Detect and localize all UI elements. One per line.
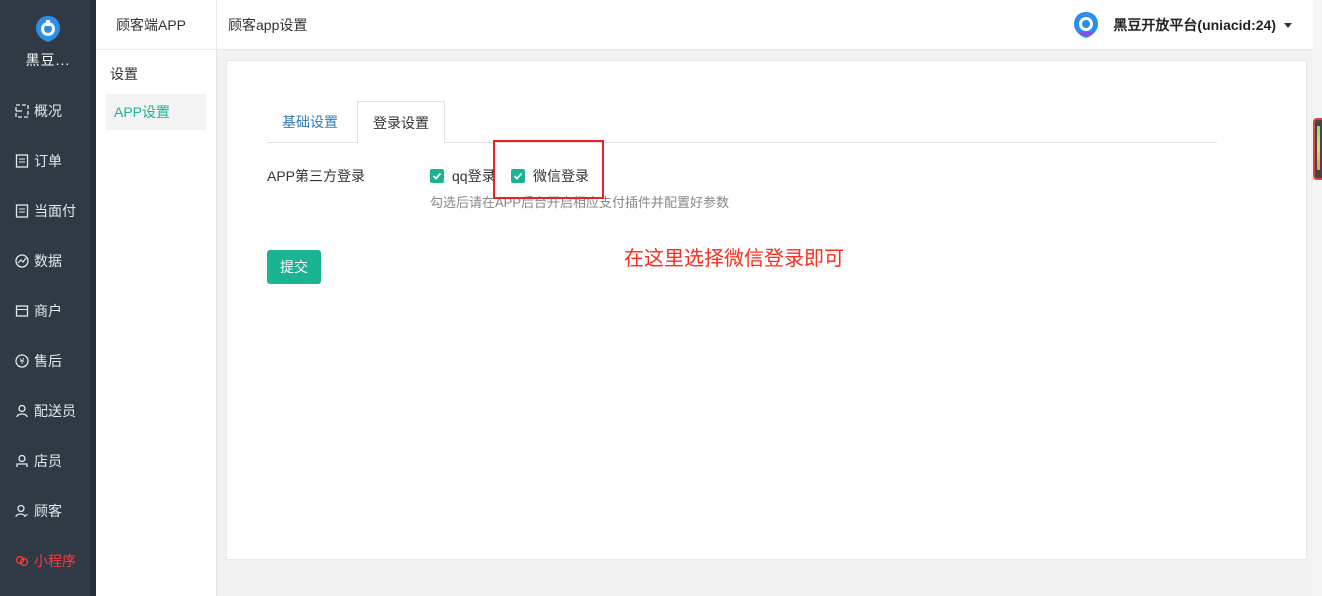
sidebar-item-aftersale[interactable]: ¥ 售后 <box>0 336 96 386</box>
store-icon <box>14 303 30 319</box>
brand[interactable]: 黑豆... <box>0 0 96 86</box>
account-menu[interactable]: 黑豆开放平台(uniacid:24) <box>1071 0 1292 50</box>
brand-name: 黑豆... <box>25 52 71 68</box>
subnav-item-app-settings[interactable]: APP设置 <box>106 94 206 130</box>
sidebar-item-staff[interactable]: 店员 <box>0 436 96 486</box>
chart-icon <box>14 253 30 269</box>
brand-logo-icon <box>36 16 60 42</box>
dashboard-icon <box>14 103 30 119</box>
customer-icon <box>14 503 30 519</box>
settings-tabs: 基础设置 登录设置 <box>267 101 1217 144</box>
account-name: 黑豆开放平台(uniacid:24) <box>1113 17 1276 33</box>
sidebar-item-label: 当面付 <box>34 203 76 219</box>
tab-login-settings[interactable]: 登录设置 <box>357 101 445 144</box>
sidebar-item-orders[interactable]: 订单 <box>0 136 96 186</box>
sidebar-item-data[interactable]: 数据 <box>0 236 96 286</box>
sidebar-item-label: 配送员 <box>34 403 76 419</box>
top-header: 顾客app设置 黑豆开放平台(uniacid:24) <box>217 0 1322 50</box>
chevron-down-icon <box>1284 22 1292 28</box>
third-party-login-label: APP第三方登录 <box>267 168 366 184</box>
highlight-box <box>493 140 604 199</box>
tab-basic-settings[interactable]: 基础设置 <box>267 101 353 143</box>
page-title: 顾客app设置 <box>228 17 308 33</box>
side-widget-handle[interactable] <box>1313 118 1322 180</box>
sidebar-item-customer[interactable]: 顾客 <box>0 486 96 536</box>
subnav-group-label: 设置 <box>110 66 138 82</box>
annotation-text: 在这里选择微信登录即可 <box>624 248 844 270</box>
sidebar-item-label: 数据 <box>34 253 62 269</box>
sidebar-item-courier[interactable]: 配送员 <box>0 386 96 436</box>
checkmark-icon <box>430 169 444 183</box>
miniprogram-icon <box>14 553 30 569</box>
avatar <box>1074 12 1099 38</box>
sidebar-item-label: 商户 <box>34 303 62 319</box>
main-panel: 基础设置 登录设置 APP第三方登录 qq登录 微信登录 勾选后请在APP后台开… <box>226 60 1307 560</box>
scrollbar[interactable] <box>1313 0 1322 596</box>
sidebar-item-overview[interactable]: 概况 <box>0 86 96 136</box>
aftersale-icon: ¥ <box>14 353 30 369</box>
courier-icon <box>14 403 30 419</box>
main-sidebar: 黑豆... 概况 订单 当面付 数据 商户 ¥ 售后 配送员 店员 顾客 小程序 <box>0 0 96 596</box>
sidebar-item-label: 订单 <box>34 153 62 169</box>
sub-sidebar: 顾客端APP 设置 APP设置 <box>96 0 217 596</box>
level-meter-icon <box>1317 126 1320 170</box>
sidebar-item-miniprogram[interactable]: 小程序 <box>0 536 96 586</box>
sidebar-item-label: 店员 <box>34 453 62 469</box>
svg-text:¥: ¥ <box>19 357 24 366</box>
sidebar-item-facepay[interactable]: 当面付 <box>0 186 96 236</box>
subnav-title: 顾客端APP <box>96 0 216 50</box>
sidebar-nav: 概况 订单 当面付 数据 商户 ¥ 售后 配送员 店员 顾客 小程序 <box>0 86 96 586</box>
sidebar-item-merchant[interactable]: 商户 <box>0 286 96 336</box>
submit-button[interactable]: 提交 <box>267 250 321 284</box>
sidebar-item-label: 概况 <box>34 103 62 119</box>
order-icon <box>14 153 30 169</box>
staff-icon <box>14 453 30 469</box>
qq-login-label: qq登录 <box>452 168 496 184</box>
sidebar-item-label: 售后 <box>34 353 62 369</box>
qq-login-checkbox[interactable]: qq登录 <box>430 166 496 186</box>
sidebar-item-label: 小程序 <box>34 553 76 569</box>
payment-icon <box>14 203 30 219</box>
sidebar-item-label: 顾客 <box>34 503 62 519</box>
